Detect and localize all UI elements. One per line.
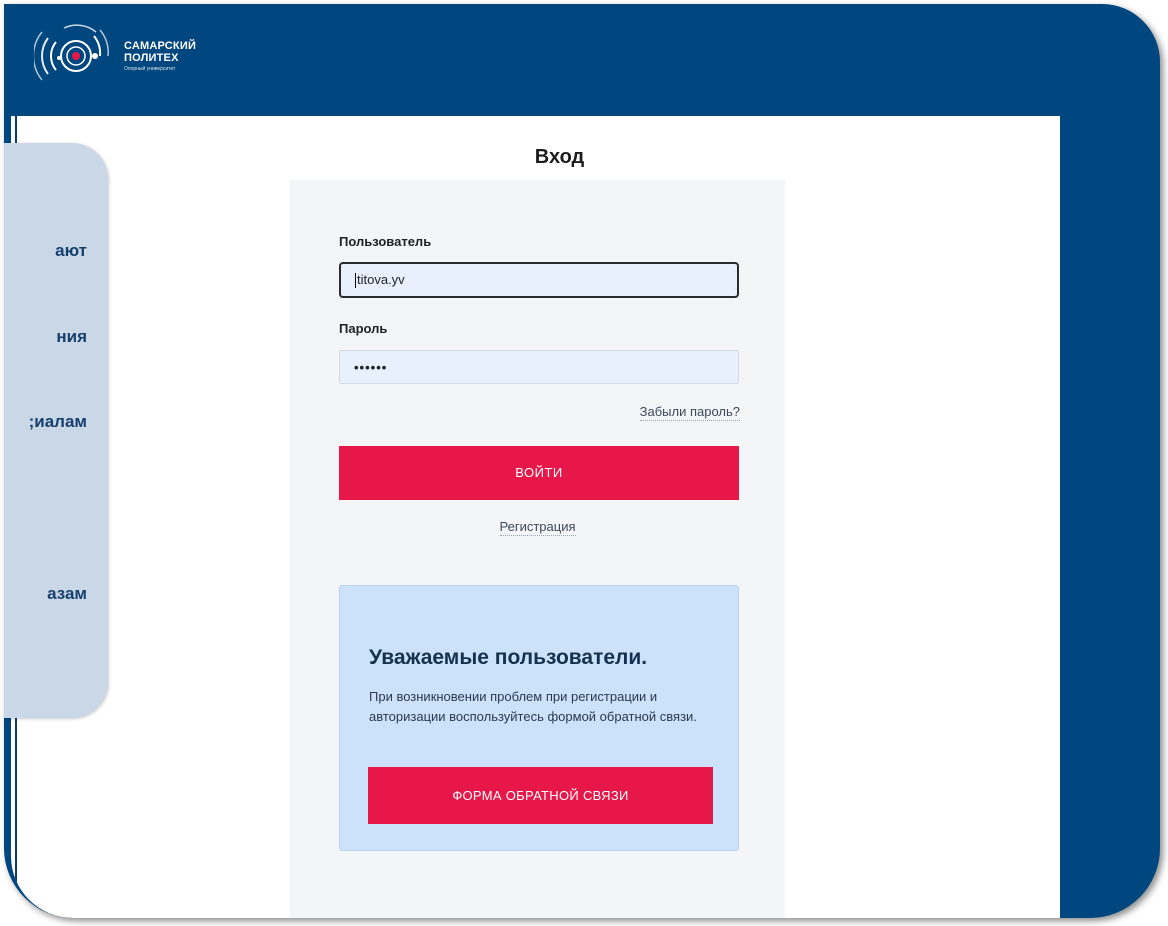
forgot-password-link[interactable]: Забыли пароль?	[639, 404, 740, 421]
side-line-3: иалам;	[28, 412, 87, 431]
register-row: Регистрация	[290, 519, 785, 536]
polytech-logo-icon	[34, 24, 109, 81]
side-line-2: ния	[56, 327, 87, 346]
text-caret	[355, 273, 356, 289]
side-line-4: азам	[47, 584, 87, 603]
page-title: Вход	[534, 146, 585, 168]
login-form: Пользователь titova.yv Пароль •••••• Заб…	[290, 180, 785, 918]
notice-box: Уважаемые пользователи. При возникновени…	[339, 585, 739, 851]
register-link[interactable]: Регистрация	[499, 519, 576, 536]
notice-text: При возникновении проблем при регистраци…	[369, 689, 697, 724]
brand-line-2: ПОЛИТЕХ	[124, 51, 179, 64]
password-label: Пароль	[339, 321, 388, 336]
brand-logo: САМАРСКИЙ ПОЛИТЕХ Опорный университет	[34, 16, 196, 96]
brand-tagline: Опорный университет	[124, 65, 176, 72]
notice-title: Уважаемые пользователи.	[369, 646, 648, 669]
login-screenshot: Вход Пользователь titova.yv Пароль •••••…	[11, 116, 1060, 918]
password-input[interactable]: ••••••	[339, 350, 739, 384]
brand-line-1: САМАРСКИЙ	[124, 39, 197, 52]
side-line-1: ают	[55, 241, 87, 260]
username-label: Пользователь	[339, 234, 432, 249]
feedback-form-button[interactable]: ФОРМА ОБРАТНОЙ СВЯЗИ	[368, 767, 713, 824]
username-input[interactable]: titova.yv	[339, 262, 739, 298]
login-button[interactable]: ВОЙТИ	[339, 446, 739, 500]
side-card: ают ния иалам; азам	[4, 143, 108, 718]
username-value: titova.yv	[357, 272, 405, 287]
slide-frame: САМАРСКИЙ ПОЛИТЕХ Опорный университет Вх…	[4, 4, 1160, 918]
